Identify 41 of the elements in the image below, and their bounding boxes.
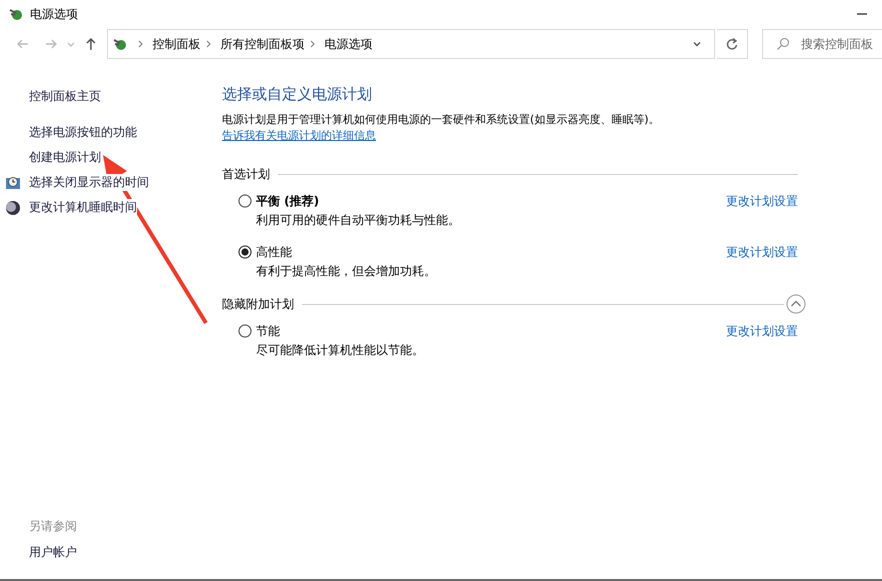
window-title: 电源选项 xyxy=(30,6,78,22)
plan-name: 高性能 xyxy=(256,244,292,260)
address-bar[interactable]: 控制面板 所有控制面板项 电源选项 xyxy=(107,29,716,59)
chevron-icon xyxy=(206,40,212,48)
plan-description: 尽可能降低计算机性能以节能。 xyxy=(256,342,425,359)
plan-description: 利用可用的硬件自动平衡功耗与性能。 xyxy=(256,212,461,229)
refresh-icon xyxy=(725,37,740,51)
clock-icon xyxy=(5,174,21,190)
chevron-icon xyxy=(310,40,316,48)
page-heading: 选择或自定义电源计划 xyxy=(222,85,373,104)
breadcrumb[interactable]: 电源选项 xyxy=(324,36,372,52)
sidebar-link[interactable]: 选择电源按钮的功能 xyxy=(29,124,137,141)
section-heading: 隐藏附加计划 xyxy=(222,296,294,312)
radio-button[interactable] xyxy=(238,245,252,259)
up-icon[interactable] xyxy=(84,37,98,51)
section-heading: 首选计划 xyxy=(222,166,270,182)
sidebar-link[interactable]: 创建电源计划 xyxy=(29,149,101,166)
help-link[interactable]: 告诉我有关电源计划的详细信息 xyxy=(222,129,376,142)
plan-name: 平衡 (推荐) xyxy=(256,192,320,210)
sidebar-link[interactable]: 用户帐户 xyxy=(29,544,222,561)
sidebar-link[interactable]: 选择关闭显示器的时间 xyxy=(29,174,149,191)
radio-button[interactable] xyxy=(238,194,252,208)
change-plan-settings-link[interactable]: 更改计划设置 xyxy=(726,192,798,210)
search-icon xyxy=(776,37,790,51)
breadcrumb[interactable]: 所有控制面板项 xyxy=(220,36,304,52)
search-field[interactable]: 搜索控制面板 xyxy=(762,29,882,59)
sidebar-link[interactable]: 控制面板主页 xyxy=(29,88,101,105)
dropdown-caret-icon[interactable] xyxy=(692,39,702,49)
plan-description: 有利于提高性能，但会增加功耗。 xyxy=(256,263,437,280)
refresh-button[interactable] xyxy=(717,29,748,59)
collapse-button[interactable] xyxy=(786,294,806,314)
see-also-heading: 另请参阅 xyxy=(29,518,78,535)
chevron-icon xyxy=(138,40,144,48)
change-plan-settings-link[interactable]: 更改计划设置 xyxy=(726,322,798,340)
description-text: 电源计划是用于管理计算机如何使用电源的一套硬件和系统设置(如显示器亮度、睡眠等)。 告诉我有关电源计划的详细信息 xyxy=(222,112,661,144)
sidebar-link[interactable]: 更改计算机睡眠时间 xyxy=(29,199,137,216)
change-plan-settings-link[interactable]: 更改计划设置 xyxy=(726,244,798,260)
radio-button[interactable] xyxy=(238,324,252,338)
breadcrumb[interactable]: 控制面板 xyxy=(152,36,200,52)
moon-icon xyxy=(5,200,21,216)
plan-name: 节能 xyxy=(256,322,280,340)
